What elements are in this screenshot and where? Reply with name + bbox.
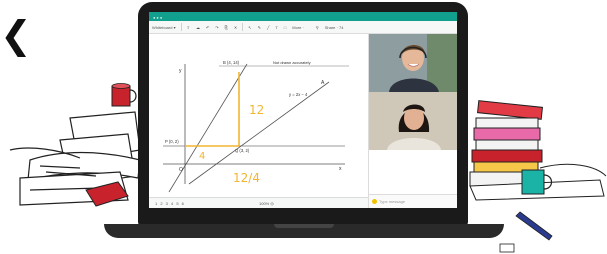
redo-icon[interactable]: ↷: [212, 25, 221, 30]
handwritten-fraction: 12/4: [233, 171, 260, 185]
handwritten-12: 12: [249, 103, 264, 117]
cloud-icon[interactable]: ☁: [193, 25, 203, 30]
zoom-control[interactable]: 100% ◎: [259, 201, 274, 206]
laptop-screen: ●●● Whiteboard ▾ ⇪ ☁ ↶ ↷ ⎘ ✕ ↖ ✎ ╱ T □ M…: [149, 12, 457, 208]
emoji-icon[interactable]: [372, 199, 377, 204]
share-menu[interactable]: Share · 74: [322, 25, 347, 30]
text-tool-icon[interactable]: T: [272, 25, 280, 30]
handwritten-4: 4: [199, 151, 205, 162]
line-tool-icon[interactable]: ╱: [264, 25, 272, 30]
page-bar: 1 2 3 4 5 6 100% ◎: [149, 197, 368, 208]
upload-icon[interactable]: ⇪: [184, 25, 193, 30]
x-axis-label: x: [339, 166, 342, 172]
point-q-label: Q (3, 2): [235, 148, 250, 153]
y-axis-label: y: [179, 68, 182, 74]
delete-icon[interactable]: ✕: [231, 25, 240, 30]
pen-icon: [515, 211, 553, 241]
corner-doodle: [499, 243, 515, 253]
graph-drawing: y x O A B (4, 14) Not drawn accurately y…: [163, 60, 349, 193]
line-2x-4: [188, 81, 330, 185]
window-dots-icon: ●●●: [153, 15, 164, 20]
note-label: Not drawn accurately: [273, 60, 311, 65]
whiteboard-canvas[interactable]: y x O A B (4, 14) Not drawn accurately y…: [149, 34, 368, 200]
student-figure: [369, 92, 457, 150]
point-b-label: B (4, 14): [223, 60, 240, 65]
point-p-label: P (0, 2): [165, 139, 179, 144]
chat-placeholder: Type message: [379, 199, 406, 204]
shape-tool-icon[interactable]: □: [281, 25, 289, 30]
chat-input[interactable]: Type message: [369, 194, 457, 208]
person-icon[interactable]: ⚲: [313, 25, 322, 30]
copy-icon[interactable]: ⎘: [222, 25, 231, 30]
back-chevron-icon[interactable]: ❮: [0, 16, 32, 54]
video-panel: Type message: [368, 34, 457, 208]
video-student: [369, 92, 457, 150]
laptop-base: [104, 224, 504, 238]
equation-label: y = 2x − 4: [289, 92, 308, 97]
whiteboard-toolbar: Whiteboard ▾ ⇪ ☁ ↶ ↷ ⎘ ✕ ↖ ✎ ╱ T □ More …: [149, 21, 457, 34]
whiteboard-menu[interactable]: Whiteboard ▾: [149, 25, 179, 30]
more-menu[interactable]: More ·: [289, 25, 307, 30]
window-titlebar: ●●●: [149, 12, 457, 21]
pointer-icon[interactable]: ↖: [245, 25, 254, 30]
scene: ❮ ●●● Whiteboard ▾ ⇪ ☁ ↶ ↷ ⎘ ✕ ↖ ✎ ╱ T □…: [0, 0, 607, 254]
origin-label: O: [179, 167, 183, 173]
tutor-figure: [369, 34, 457, 92]
red-mug-icon: [111, 83, 137, 107]
pen-tool-icon[interactable]: ✎: [255, 25, 264, 30]
page-tabs[interactable]: 1 2 3 4 5 6: [155, 201, 185, 206]
video-tutor: [369, 34, 457, 92]
undo-icon[interactable]: ↶: [203, 25, 212, 30]
